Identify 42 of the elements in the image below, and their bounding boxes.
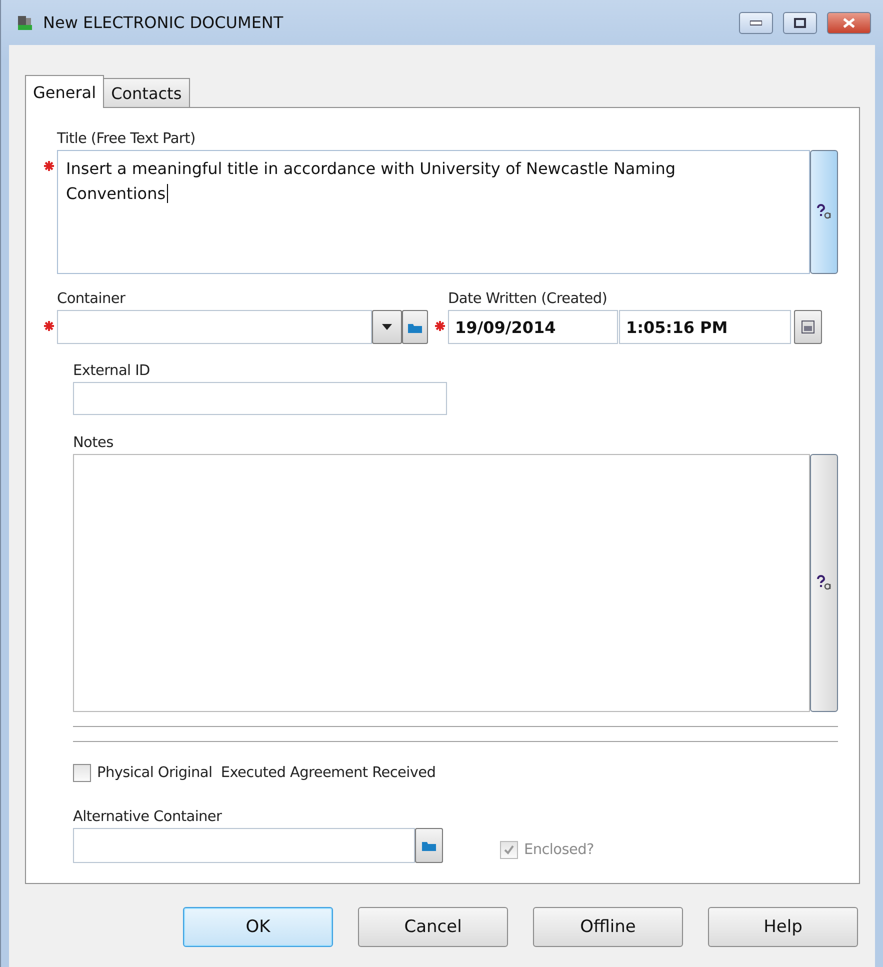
caret-icon [382, 324, 392, 330]
spell-check-icon [816, 575, 832, 591]
checkbox[interactable] [73, 764, 91, 782]
field-label: Date Written (Created) [448, 291, 608, 307]
title-field[interactable]: Insert a meaningful title in accordance with University of Newcastle Naming Conventions [57, 150, 810, 274]
browse-button[interactable] [415, 828, 443, 863]
spell-check-icon [816, 204, 832, 220]
external-id-field[interactable] [73, 382, 447, 415]
checkbox-label: Physical Original Executed Agreement Received [97, 765, 436, 781]
tab[interactable]: Contacts [103, 78, 190, 108]
minimize-icon [750, 20, 762, 26]
date-field[interactable]: 19/09/2014 [448, 310, 618, 344]
browse-button[interactable] [402, 310, 428, 344]
checkbox-label: Enclosed? [524, 842, 594, 858]
calendar-button[interactable] [794, 310, 822, 344]
notes-field[interactable] [73, 454, 810, 712]
dialog-button[interactable]: Offline [533, 907, 683, 947]
spell-check-button[interactable] [810, 150, 838, 274]
dialog-button[interactable]: Cancel [358, 907, 508, 947]
time-field[interactable]: 1:05:16 PM [619, 310, 791, 344]
dialog-button[interactable]: OK [183, 907, 333, 947]
calendar-icon [801, 320, 815, 334]
checkmark-icon [503, 844, 515, 856]
field-label: Notes [73, 435, 114, 451]
spell-check-button[interactable] [810, 454, 838, 712]
folder-icon [421, 839, 437, 852]
field-label: Container [57, 291, 126, 307]
maximize-icon [794, 18, 806, 28]
field-label: External ID [73, 363, 150, 379]
dialog-button[interactable]: Help [708, 907, 858, 947]
window-title: New ELECTRONIC DOCUMENT [43, 13, 284, 32]
field-label: Title (Free Text Part) [57, 131, 196, 147]
field-label: Alternative Container [73, 809, 222, 825]
minimize-button[interactable] [739, 12, 773, 34]
container-field[interactable] [57, 310, 372, 344]
dropdown-button[interactable] [372, 310, 402, 344]
maximize-button[interactable] [783, 12, 817, 34]
tab[interactable]: General [25, 75, 104, 108]
close-button[interactable] [827, 12, 871, 34]
document-icon [17, 14, 33, 30]
alternative-container-field[interactable] [73, 828, 415, 863]
close-icon [843, 18, 855, 28]
